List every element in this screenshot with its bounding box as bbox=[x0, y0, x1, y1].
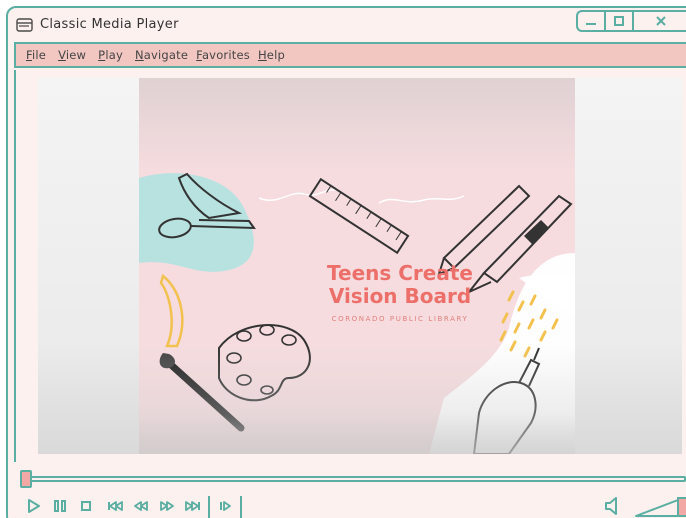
close-icon bbox=[656, 16, 666, 26]
rewind-icon bbox=[134, 501, 148, 511]
minimize-icon bbox=[586, 23, 596, 25]
play-button[interactable] bbox=[24, 492, 44, 518]
control-separator bbox=[208, 496, 210, 518]
maximize-button[interactable] bbox=[604, 10, 634, 32]
window-controls bbox=[576, 10, 686, 32]
video-panel: Teens Create Vision Board CORONADO PUBLI… bbox=[14, 70, 686, 462]
step-frame-icon bbox=[220, 501, 231, 511]
mute-button[interactable] bbox=[600, 492, 622, 518]
menu-file[interactable]: File bbox=[26, 48, 46, 62]
menu-view[interactable]: View bbox=[58, 48, 86, 62]
poster-top-shade bbox=[139, 78, 575, 173]
app-window-icon bbox=[16, 18, 33, 32]
video-title-line2: Vision Board bbox=[328, 284, 472, 308]
window-title: Classic Media Player bbox=[40, 17, 179, 32]
menu-help[interactable]: Help bbox=[258, 48, 285, 62]
transport-controls bbox=[22, 492, 686, 518]
video-subtitle: CORONADO PUBLIC LIBRARY bbox=[331, 315, 469, 323]
seek-track[interactable] bbox=[20, 476, 686, 482]
skip-forward-button[interactable] bbox=[182, 492, 204, 518]
stop-icon bbox=[81, 501, 91, 511]
menu-favorites[interactable]: Favorites bbox=[196, 48, 250, 62]
video-screen[interactable]: Teens Create Vision Board CORONADO PUBLI… bbox=[38, 78, 682, 454]
media-player-window: Classic Media Player File View Play Navi… bbox=[6, 6, 686, 518]
minimize-button[interactable] bbox=[576, 10, 606, 32]
skip-back-icon bbox=[108, 501, 123, 511]
pause-button[interactable] bbox=[50, 492, 70, 518]
pause-icon bbox=[54, 500, 66, 512]
menu-bar: File View Play Navigate Favorites Help bbox=[14, 42, 686, 68]
rewind-button[interactable] bbox=[130, 492, 152, 518]
title-bar[interactable]: Classic Media Player bbox=[8, 8, 686, 42]
volume-icon bbox=[605, 497, 617, 515]
screen-shade bbox=[38, 344, 682, 454]
skip-back-button[interactable] bbox=[104, 492, 126, 518]
step-frame-button[interactable] bbox=[216, 492, 236, 518]
video-title-line1: Teens Create bbox=[327, 261, 473, 285]
maximize-icon bbox=[614, 16, 624, 26]
close-button[interactable] bbox=[632, 10, 686, 32]
volume-slider[interactable] bbox=[634, 492, 686, 518]
fast-forward-icon bbox=[160, 501, 174, 511]
control-separator bbox=[240, 496, 242, 518]
menu-play[interactable]: Play bbox=[98, 48, 123, 62]
seek-bar[interactable] bbox=[14, 468, 686, 490]
skip-forward-icon bbox=[185, 501, 200, 511]
volume-level-icon bbox=[635, 497, 686, 517]
menu-navigate[interactable]: Navigate bbox=[135, 48, 188, 62]
play-icon bbox=[28, 499, 40, 513]
seek-thumb[interactable] bbox=[20, 470, 32, 488]
stop-button[interactable] bbox=[76, 492, 96, 518]
fast-forward-button[interactable] bbox=[156, 492, 178, 518]
